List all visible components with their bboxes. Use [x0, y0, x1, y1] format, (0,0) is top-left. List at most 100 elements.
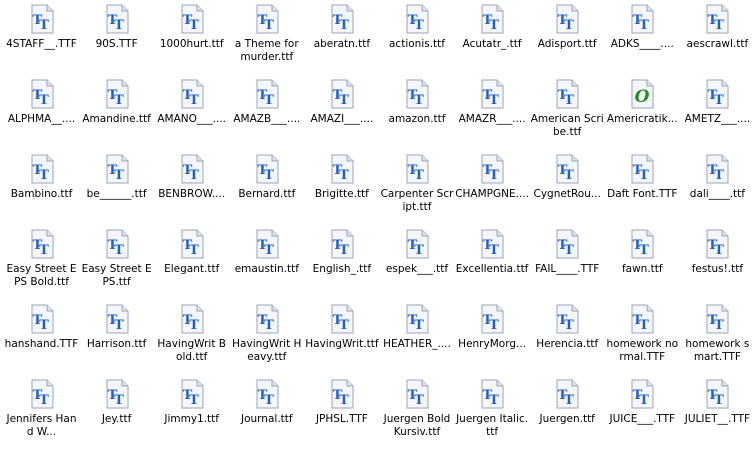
font-file-item[interactable]: T T AMAZB___....: [229, 77, 304, 149]
font-file-item[interactable]: T T JPHSL.TTF: [304, 377, 379, 449]
truetype-font-file-icon: T T: [704, 379, 730, 409]
font-file-item[interactable]: T T hanshand.TTF: [4, 302, 79, 374]
svg-text:T: T: [39, 168, 49, 183]
svg-text:T: T: [414, 168, 424, 183]
file-name-label: a Theme for murder.ttf: [234, 38, 299, 63]
font-file-item[interactable]: T T English_.ttf: [304, 227, 379, 299]
svg-text:T: T: [489, 243, 499, 258]
file-name-label: Herencia.ttf: [536, 338, 599, 350]
font-file-item[interactable]: T T fawn.ttf: [605, 227, 680, 299]
font-file-item[interactable]: T T Adisport.ttf: [530, 2, 605, 74]
font-file-item[interactable]: T T Jennifers Hand W...: [4, 377, 79, 449]
font-file-item[interactable]: T T CygnetRou...: [530, 152, 605, 224]
font-file-item[interactable]: T T Amandine.ttf: [79, 77, 154, 149]
svg-text:T: T: [639, 318, 649, 333]
font-file-item[interactable]: T T Brigitte.ttf: [304, 152, 379, 224]
truetype-font-file-icon: T T: [629, 304, 655, 334]
file-name-label: Elegant.ttf: [164, 263, 220, 275]
font-file-item[interactable]: T T HenryMorg...: [455, 302, 530, 374]
svg-text:T: T: [564, 393, 574, 408]
font-file-item[interactable]: T T a Theme for murder.ttf: [229, 2, 304, 74]
truetype-font-file-icon: T T: [329, 4, 355, 34]
font-file-item[interactable]: T T 4STAFF__.TTF: [4, 2, 79, 74]
font-file-item[interactable]: T T espek___.ttf: [380, 227, 455, 299]
font-file-item[interactable]: T T Bambino.ttf: [4, 152, 79, 224]
font-file-item[interactable]: T T dali____.ttf: [680, 152, 754, 224]
font-file-item[interactable]: T T festus!.ttf: [680, 227, 754, 299]
font-file-item[interactable]: T T homework normal.TTF: [605, 302, 680, 374]
font-file-item[interactable]: T T ADKS____....: [605, 2, 680, 74]
truetype-font-file-icon: T T: [29, 79, 55, 109]
font-file-item[interactable]: T T Jimmy1.ttf: [154, 377, 229, 449]
font-file-item[interactable]: T T 90S.TTF: [79, 2, 154, 74]
font-file-item[interactable]: T T Bernard.ttf: [229, 152, 304, 224]
file-name-label: Bernard.ttf: [238, 188, 296, 200]
file-name-label: Brigitte.ttf: [314, 188, 369, 200]
font-file-item[interactable]: T T AMANO___....: [154, 77, 229, 149]
font-file-item[interactable]: T T JUICE___.TTF: [605, 377, 680, 449]
file-name-label: Journal.ttf: [241, 413, 293, 425]
font-file-item[interactable]: T T Daft Font.TTF: [605, 152, 680, 224]
file-name-label: ADKS____....: [610, 38, 674, 50]
font-file-item[interactable]: T T Journal.ttf: [229, 377, 304, 449]
font-file-item[interactable]: T T emaustin.ttf: [229, 227, 304, 299]
truetype-font-file-icon: T T: [404, 379, 430, 409]
truetype-font-file-icon: T T: [179, 229, 205, 259]
truetype-font-file-icon: T T: [104, 304, 130, 334]
font-file-item[interactable]: T T AMAZR___....: [455, 77, 530, 149]
font-file-item[interactable]: T T Carpenter Script.ttf: [380, 152, 455, 224]
font-file-item[interactable]: T T be______.ttf: [79, 152, 154, 224]
file-name-label: FAIL____.TTF: [535, 263, 600, 275]
file-name-label: AMANO___....: [157, 113, 227, 125]
svg-text:T: T: [414, 93, 424, 108]
font-file-item[interactable]: T T Juergen Bold Kursiv.ttf: [380, 377, 455, 449]
font-file-item[interactable]: T T BENBROW....: [154, 152, 229, 224]
truetype-font-file-icon: T T: [29, 4, 55, 34]
truetype-font-file-icon: T T: [29, 379, 55, 409]
font-file-item[interactable]: T T CHAMPGNE....: [455, 152, 530, 224]
font-file-item[interactable]: T T ALPHMA__....: [4, 77, 79, 149]
font-file-item[interactable]: T T AMETZ___....: [680, 77, 754, 149]
font-file-item[interactable]: T T Excellentia.ttf: [455, 227, 530, 299]
font-file-item[interactable]: T T homework smart.TTF: [680, 302, 754, 374]
font-file-item[interactable]: T T Juergen.ttf: [530, 377, 605, 449]
font-file-item[interactable]: T T aberatn.ttf: [304, 2, 379, 74]
font-file-item[interactable]: T T HavingWrit Heavy.ttf: [229, 302, 304, 374]
font-file-item[interactable]: T T Easy Street EPS.ttf: [79, 227, 154, 299]
file-name-label: festus!.ttf: [691, 263, 744, 275]
font-file-item[interactable]: T T Elegant.ttf: [154, 227, 229, 299]
font-file-item[interactable]: T T AMAZI___....: [304, 77, 379, 149]
font-file-item[interactable]: T T HEATHER_....: [380, 302, 455, 374]
font-file-item[interactable]: T T Herencia.ttf: [530, 302, 605, 374]
font-file-item[interactable]: T T Harrison.ttf: [79, 302, 154, 374]
truetype-font-file-icon: T T: [629, 379, 655, 409]
font-file-item[interactable]: O Americratik...: [605, 77, 680, 149]
font-file-item[interactable]: T T Easy Street EPS Bold.ttf: [4, 227, 79, 299]
file-name-label: Americratik...: [606, 113, 678, 125]
svg-text:T: T: [189, 243, 199, 258]
file-name-label: Acutatr_.ttf: [462, 38, 522, 50]
font-file-item[interactable]: T T Jey.ttf: [79, 377, 154, 449]
svg-text:T: T: [39, 243, 49, 258]
font-file-item[interactable]: T T FAIL____.TTF: [530, 227, 605, 299]
svg-text:T: T: [189, 393, 199, 408]
font-file-item[interactable]: T T Acutatr_.ttf: [455, 2, 530, 74]
truetype-font-file-icon: T T: [254, 304, 280, 334]
svg-text:T: T: [639, 168, 649, 183]
truetype-font-file-icon: T T: [404, 229, 430, 259]
file-name-label: dali____.ttf: [689, 188, 745, 200]
font-file-item[interactable]: T T aescrawl.ttf: [680, 2, 754, 74]
opentype-font-file-icon: O: [629, 79, 655, 109]
file-name-label: Juergen Italic.ttf: [456, 413, 529, 438]
font-file-item[interactable]: T T Juergen Italic.ttf: [455, 377, 530, 449]
svg-text:T: T: [564, 18, 574, 33]
font-file-item[interactable]: T T amazon.ttf: [380, 77, 455, 149]
font-file-item[interactable]: T T HavingWrit.ttf: [304, 302, 379, 374]
font-file-item[interactable]: T T JULIET__.TTF: [680, 377, 754, 449]
font-file-item[interactable]: T T 1000hurt.ttf: [154, 2, 229, 74]
font-file-item[interactable]: T T American Scribe.ttf: [530, 77, 605, 149]
font-file-item[interactable]: T T HavingWrit Bold.ttf: [154, 302, 229, 374]
truetype-font-file-icon: T T: [404, 304, 430, 334]
font-file-item[interactable]: T T actionis.ttf: [380, 2, 455, 74]
file-name-label: English_.ttf: [312, 263, 372, 275]
